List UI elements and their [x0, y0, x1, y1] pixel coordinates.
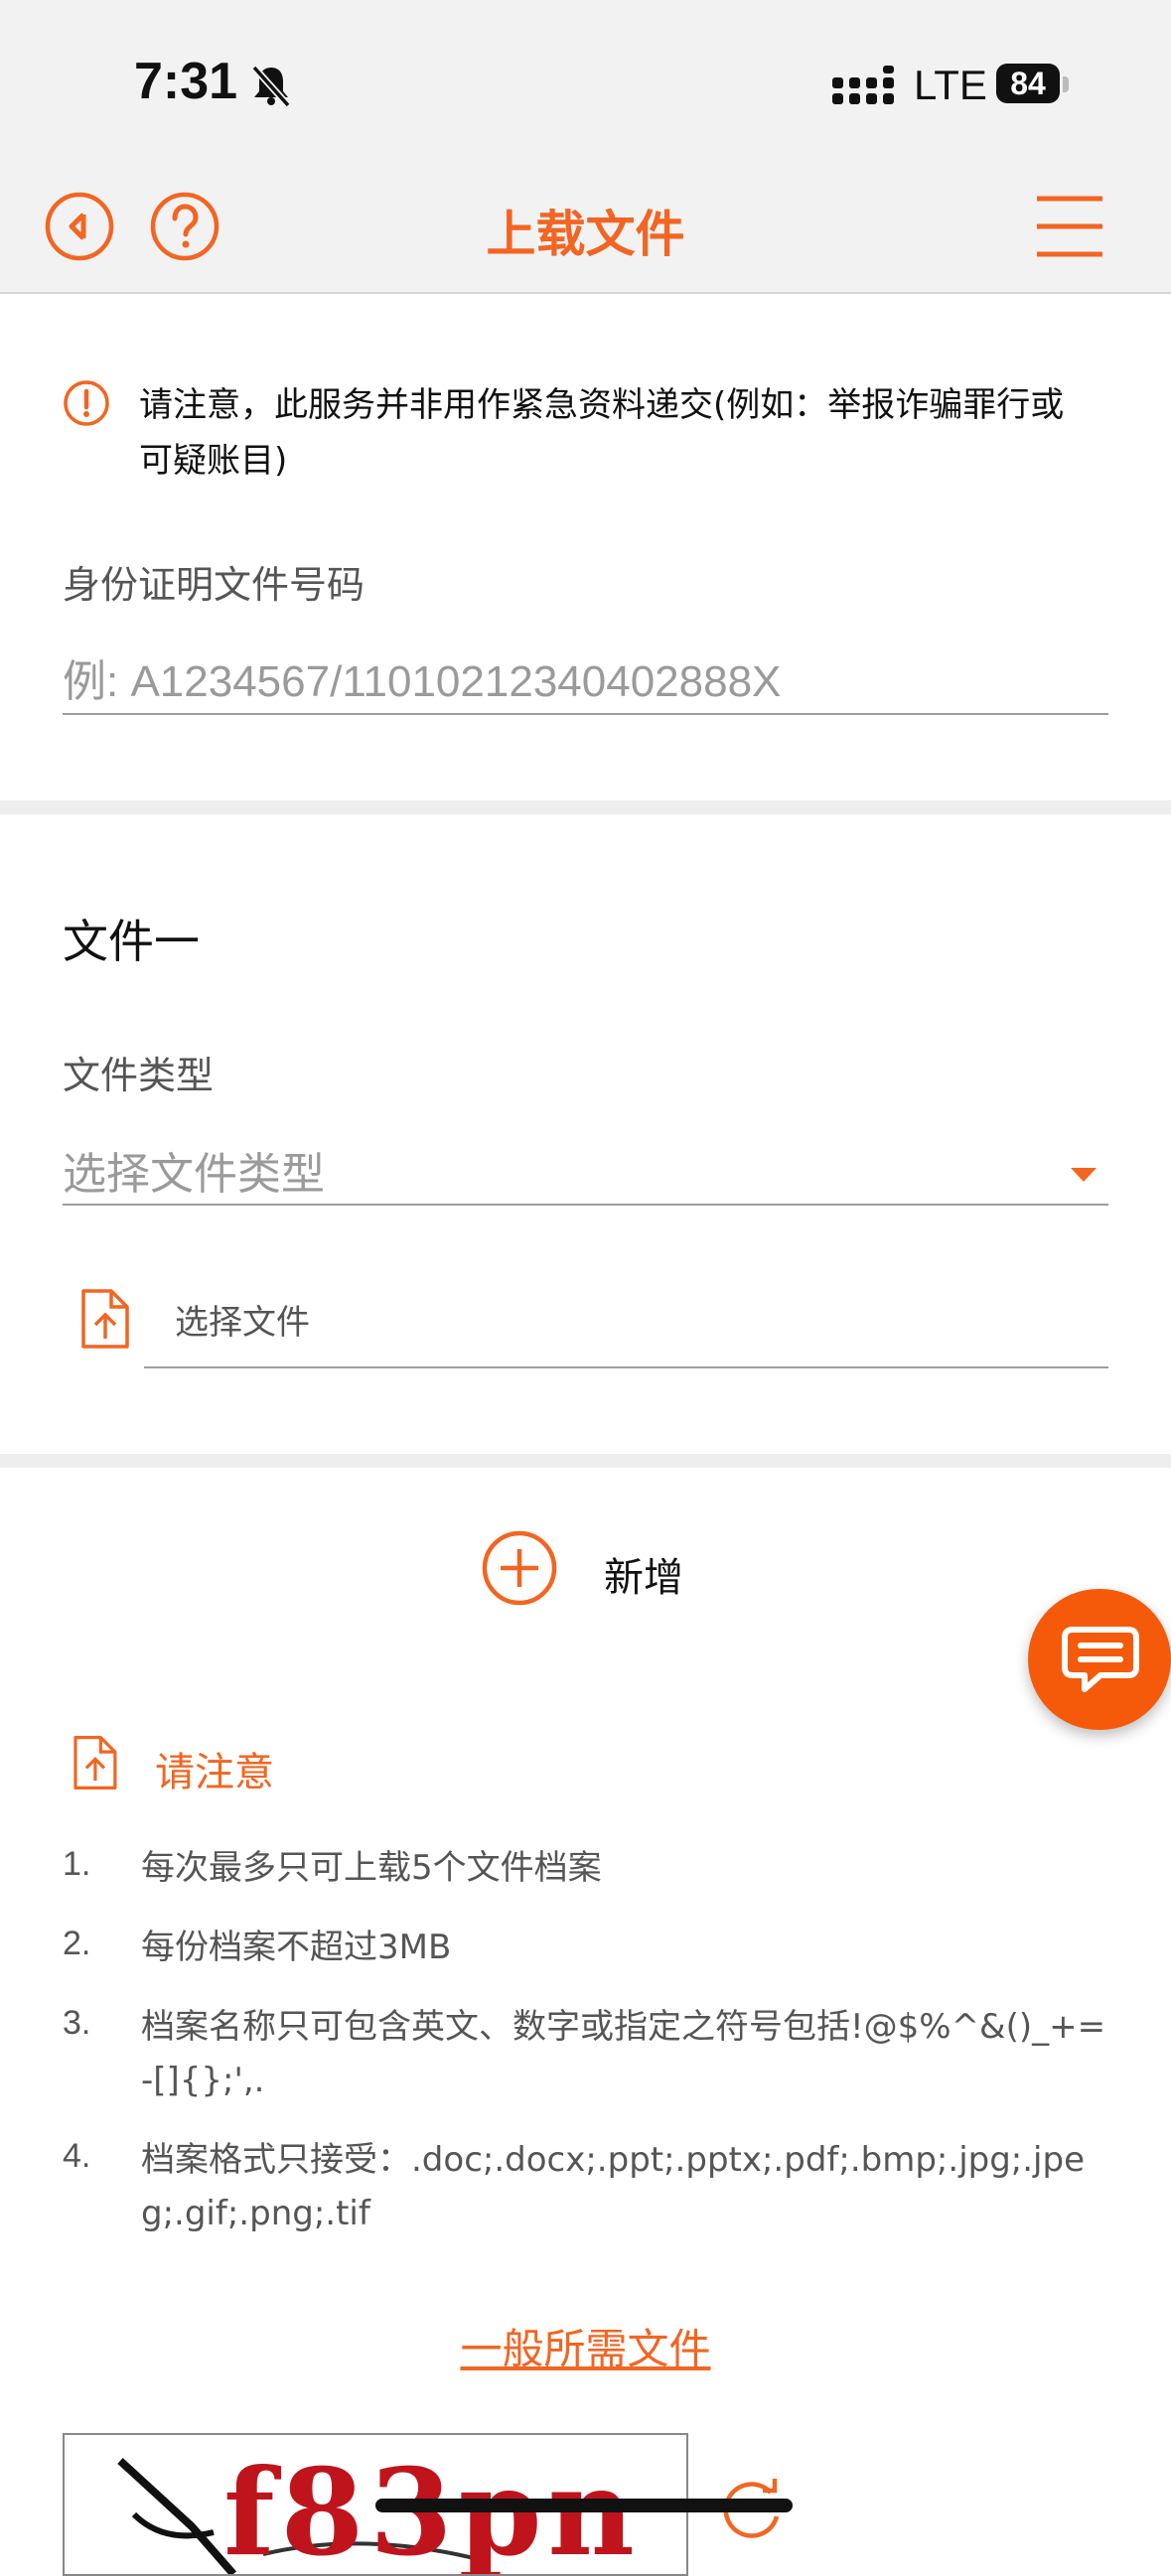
document-type-label: 文件类型 — [63, 1054, 215, 1097]
choose-file-button[interactable]: 选择文件 — [175, 1295, 310, 1344]
document-type-underline — [63, 1204, 1108, 1206]
id-number-underline — [63, 713, 1108, 715]
document-type-select[interactable]: 选择文件类型 — [63, 1138, 325, 1202]
section-divider-2 — [0, 1454, 1171, 1468]
section-divider — [0, 800, 1171, 814]
list-item-number: 3. — [63, 2004, 91, 2042]
list-item-number: 2. — [63, 1925, 91, 1962]
list-item-text: 每份档案不超过3MB — [141, 1928, 452, 1967]
add-circle-icon[interactable] — [481, 1529, 558, 1607]
battery-tip — [1063, 76, 1069, 92]
list-item-number: 1. — [63, 1845, 91, 1883]
add-document-button[interactable]: 新增 — [604, 1545, 683, 1603]
home-indicator — [375, 2499, 793, 2512]
emergency-notice: 请注意，此服务并非用作紧急资料递交(例如：举报诈骗罪行或可疑账目) — [139, 385, 1065, 481]
silent-bell-icon — [251, 65, 291, 107]
id-number-input[interactable]: 例: A1234567/11010212340402888X — [63, 645, 781, 709]
list-item-number: 4. — [63, 2137, 91, 2175]
chat-bubble-icon[interactable] — [1061, 1624, 1140, 1697]
list-item-text: 档案名称只可包含英文、数字或指定之符号包括!@$%^&()_+=-[]{};',… — [141, 2007, 1106, 2100]
list-item-text: 档案格式只接受：.doc;.docx;.ppt;.pptx;.pdf;.bmp;… — [141, 2140, 1086, 2233]
id-number-label: 身份证明文件号码 — [63, 563, 366, 607]
status-time: 7:31 — [134, 53, 238, 110]
notes-title: 请注意 — [155, 1750, 274, 1795]
general-documents-link[interactable]: 一般所需文件 — [0, 2316, 1171, 2376]
battery-indicator: 84 — [996, 64, 1060, 103]
warning-circle-icon — [64, 380, 109, 426]
list-item-text: 每次最多只可上载5个文件档案 — [141, 1848, 602, 1888]
page-title: 上载文件 — [486, 206, 685, 263]
network-type: LTE — [914, 62, 987, 108]
notes-file-icon — [73, 1736, 117, 1789]
hamburger-menu-icon[interactable] — [1035, 191, 1104, 262]
file-upload-icon[interactable] — [77, 1287, 131, 1351]
choose-file-underline — [144, 1366, 1108, 1368]
dropdown-arrow-icon[interactable] — [1069, 1166, 1098, 1184]
cellular-signal-icon — [832, 66, 894, 104]
document-section-title: 文件一 — [63, 915, 200, 968]
